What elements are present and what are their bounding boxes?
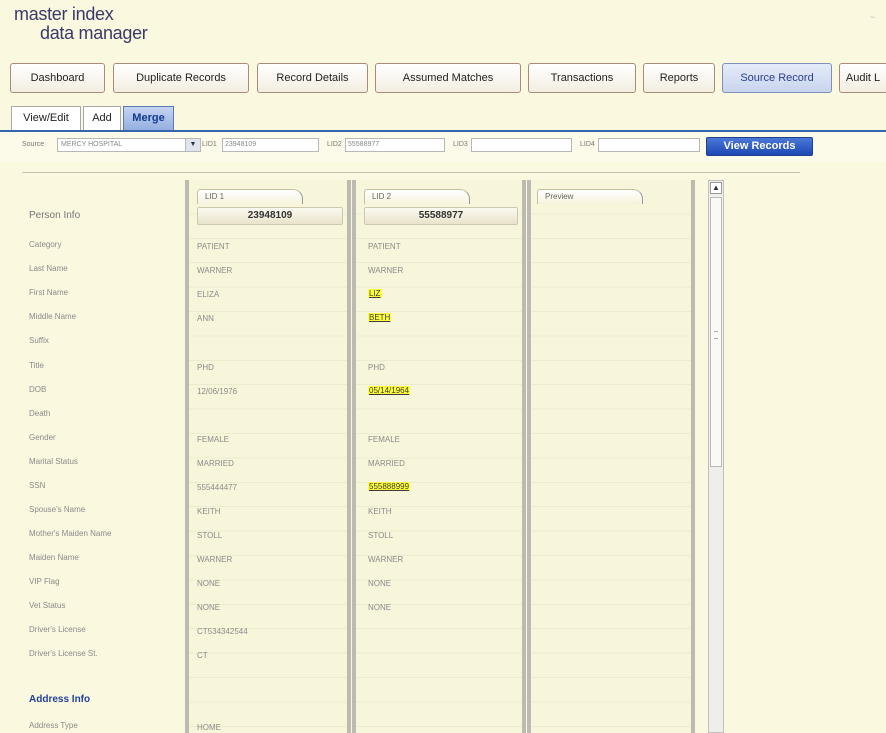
merge-search-row: Source MERCY HOSPITAL ▼ LID1 23948109 LI…: [0, 132, 886, 162]
corner-mark: ~: [870, 12, 876, 22]
source-select[interactable]: MERCY HOSPITAL ▼: [57, 138, 201, 152]
label-death: Death: [29, 409, 51, 418]
lid1-tab[interactable]: LID 1: [197, 189, 303, 204]
main-nav: Dashboard Duplicate Records Record Detai…: [10, 63, 886, 93]
lid1-maiden-name: WARNER: [197, 555, 233, 564]
lid2-input[interactable]: 55588977: [345, 138, 445, 152]
lid3-input[interactable]: [471, 138, 572, 152]
lid1-category: PATIENT: [197, 242, 230, 251]
lid1-input[interactable]: 23948109: [222, 138, 319, 152]
lid1-spouses-name: KEITH: [197, 507, 221, 516]
tab-add[interactable]: Add: [83, 106, 121, 130]
logo-line1: master index: [14, 4, 114, 24]
lid1-title: PHD: [197, 363, 214, 372]
lid4-input[interactable]: [598, 138, 700, 152]
label-gender: Gender: [29, 433, 56, 442]
label-category: Category: [29, 240, 62, 249]
lid1-id-header[interactable]: 23948109: [197, 207, 343, 225]
nav-record-details[interactable]: Record Details: [257, 63, 368, 93]
lid2-gender: FEMALE: [368, 435, 401, 444]
lid2-dob: 05/14/1964: [368, 386, 411, 395]
divider: [22, 172, 800, 173]
label-drivers-license-st: Driver's License St.: [29, 649, 98, 658]
label-title: Title: [29, 361, 44, 370]
lid2-tab[interactable]: LID 2: [364, 189, 470, 204]
label-maiden-name: Maiden Name: [29, 553, 79, 562]
label-vip-flag: VIP Flag: [29, 577, 60, 586]
logo-line2: data manager: [40, 23, 148, 43]
nav-audit-log[interactable]: Audit L: [839, 63, 886, 93]
lid2-id-header[interactable]: 55588977: [364, 207, 518, 225]
lid2-label: LID2: [327, 141, 342, 148]
lid2-vip-flag: NONE: [368, 579, 392, 588]
scroll-up-icon[interactable]: ▲: [710, 182, 722, 194]
field-labels: Person Info Category Last Name First Nam…: [22, 180, 182, 733]
lid2-vet-status: NONE: [368, 603, 392, 612]
lid2-mothers-maiden-name: STOLL: [368, 531, 394, 540]
nav-duplicate-records[interactable]: Duplicate Records: [113, 63, 249, 93]
scroll-thumb[interactable]: [710, 197, 722, 467]
lid2-title: PHD: [368, 363, 385, 372]
label-address-type: Address Type: [29, 721, 78, 730]
label-dob: DOB: [29, 385, 47, 394]
lid2-middle-name: BETH: [368, 313, 392, 322]
source-select-value: MERCY HOSPITAL: [61, 141, 123, 148]
lid1-dob: 12/06/1976: [197, 387, 238, 396]
lid1-vet-status: NONE: [197, 603, 221, 612]
lid1-first-name: ELIZA: [197, 290, 220, 299]
lid2-ssn: 555888999: [368, 482, 411, 491]
lid2-maiden-name: WARNER: [368, 555, 404, 564]
label-last-name: Last Name: [29, 264, 68, 273]
section-person-info: Person Info: [29, 210, 81, 221]
lid1-ssn: 555444477: [197, 483, 238, 492]
label-mothers-maiden-name: Mother's Maiden Name: [29, 529, 112, 538]
section-address-info: Address Info: [29, 694, 91, 705]
tab-view-edit[interactable]: View/Edit: [11, 106, 81, 130]
nav-reports[interactable]: Reports: [643, 63, 715, 93]
preview-column: Preview: [527, 180, 695, 733]
label-suffix: Suffix: [29, 336, 49, 345]
lid1-last-name: WARNER: [197, 266, 233, 275]
label-middle-name: Middle Name: [29, 312, 77, 321]
nav-source-record[interactable]: Source Record: [722, 63, 832, 93]
grip-icon: [714, 331, 718, 339]
lid1-vip-flag: NONE: [197, 579, 221, 588]
label-ssn: SSN: [29, 481, 46, 490]
label-marital-status: Marital Status: [29, 457, 78, 466]
lid1-address-type: HOME: [197, 723, 221, 732]
sub-tab-bar: View/Edit Add Merge: [0, 103, 886, 132]
nav-assumed-matches[interactable]: Assumed Matches: [375, 63, 521, 93]
lid2-marital-status: MARRIED: [368, 459, 405, 468]
lid1-middle-name: ANN: [197, 314, 214, 323]
vertical-scrollbar[interactable]: ▲: [708, 180, 724, 733]
chevron-down-icon[interactable]: ▼: [185, 139, 200, 151]
nav-transactions[interactable]: Transactions: [528, 63, 636, 93]
lid1-marital-status: MARRIED: [197, 459, 234, 468]
nav-dashboard[interactable]: Dashboard: [10, 63, 105, 93]
lid2-last-name: WARNER: [368, 266, 404, 275]
lid1-label: LID1: [202, 141, 217, 148]
app-logo: master index data manager: [14, 4, 184, 50]
lid1-mothers-maiden-name: STOLL: [197, 531, 223, 540]
lid4-label: LID4: [580, 141, 595, 148]
lid2-column: LID 2 55588977 PATIENT WARNER LIZ BETH P…: [352, 180, 526, 733]
view-records-button[interactable]: View Records: [706, 137, 813, 156]
label-spouses-name: Spouse's Name: [29, 505, 86, 514]
tab-merge[interactable]: Merge: [123, 106, 174, 130]
lid1-gender: FEMALE: [197, 435, 230, 444]
lid2-category: PATIENT: [368, 242, 401, 251]
lid3-label: LID3: [453, 141, 468, 148]
lid2-first-name: LIZ: [368, 289, 382, 298]
lid1-drivers-license: CT534342544: [197, 627, 248, 636]
label-vet-status: Vet Status: [29, 601, 66, 610]
lid1-column: LID 1 23948109 PATIENT WARNER ELIZA ANN …: [185, 180, 351, 733]
preview-tab[interactable]: Preview: [537, 189, 643, 204]
source-label: Source: [22, 141, 45, 148]
label-drivers-license: Driver's License: [29, 625, 86, 634]
lid2-spouses-name: KEITH: [368, 507, 392, 516]
label-first-name: First Name: [29, 288, 69, 297]
lid1-drivers-license-st: CT: [197, 651, 208, 660]
